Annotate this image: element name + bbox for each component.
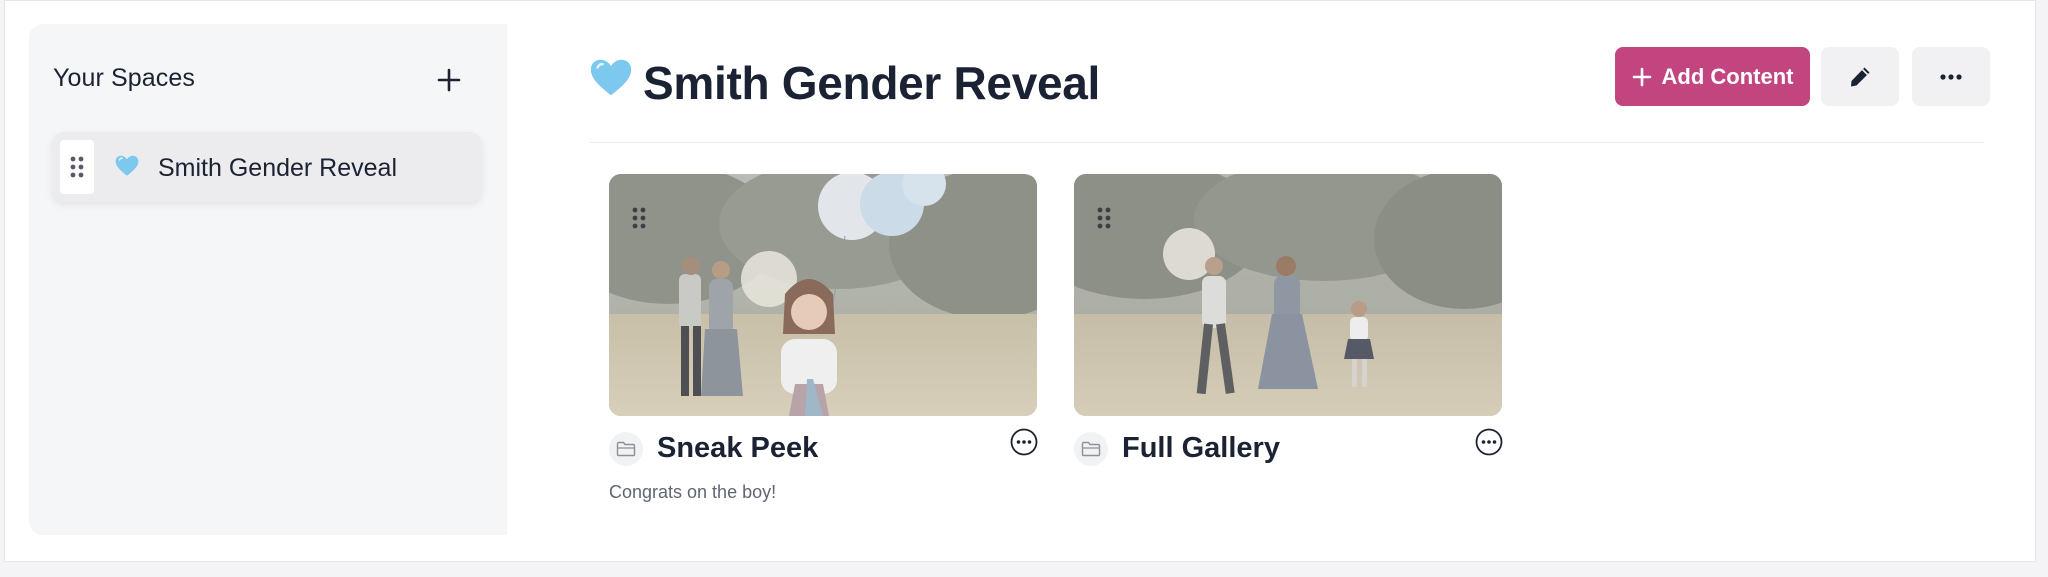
ellipsis-icon xyxy=(1940,73,1962,80)
plus-icon xyxy=(1632,67,1651,86)
card-title[interactable]: Full Gallery xyxy=(1122,432,1280,465)
add-space-button[interactable] xyxy=(429,60,469,100)
header-divider xyxy=(590,142,1984,143)
folder-icon xyxy=(1074,432,1108,466)
content-card: Full Gallery xyxy=(1074,174,1504,466)
sidebar-item-smith-gender-reveal[interactable]: Smith Gender Reveal xyxy=(52,132,482,202)
folder-icon xyxy=(609,432,643,466)
photo-image xyxy=(1074,174,1502,416)
page-title: Smith Gender Reveal xyxy=(643,57,1101,109)
more-options-button[interactable] xyxy=(1912,47,1990,106)
add-content-button[interactable]: Add Content xyxy=(1615,47,1810,106)
content-card: Sneak Peek Congrats on the boy! xyxy=(609,174,1039,502)
sidebar: Your Spaces Smith Gender Reveal xyxy=(29,24,507,535)
add-content-label: Add Content xyxy=(1661,63,1794,89)
drag-handle-icon[interactable] xyxy=(625,198,653,238)
drag-handle-icon[interactable] xyxy=(1090,198,1118,238)
heart-icon xyxy=(590,59,632,96)
ellipsis-circle-icon[interactable] xyxy=(1475,428,1503,456)
sidebar-title: Your Spaces xyxy=(53,64,195,92)
card-description: Congrats on the boy! xyxy=(609,482,777,502)
edit-button[interactable] xyxy=(1821,47,1899,106)
photo-image xyxy=(609,174,1037,416)
card-thumbnail[interactable] xyxy=(609,174,1037,416)
card-title[interactable]: Sneak Peek xyxy=(657,432,818,465)
heart-icon xyxy=(115,155,139,176)
drag-handle-icon[interactable] xyxy=(60,140,94,194)
plus-icon xyxy=(437,68,461,92)
ellipsis-circle-icon[interactable] xyxy=(1010,428,1038,456)
sidebar-item-label: Smith Gender Reveal xyxy=(158,154,398,182)
card-thumbnail[interactable] xyxy=(1074,174,1502,416)
pencil-icon xyxy=(1851,67,1870,86)
